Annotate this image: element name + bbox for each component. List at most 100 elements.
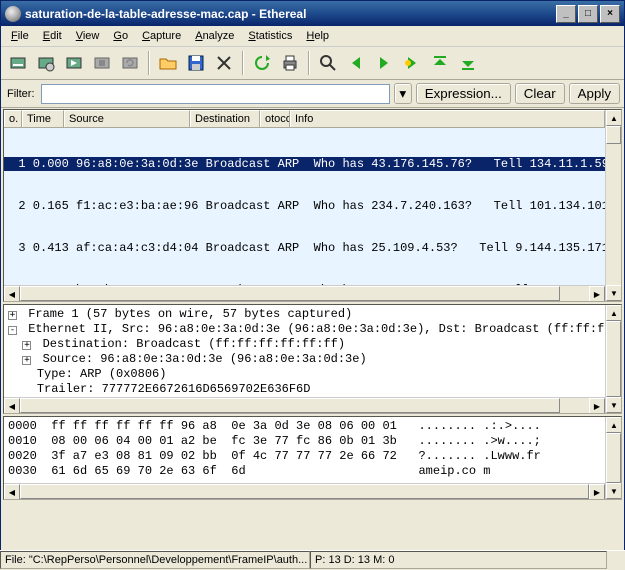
scroll-thumb[interactable] <box>20 286 560 301</box>
restart-capture-button[interactable] <box>117 50 143 76</box>
scroll-left-icon[interactable]: ◀ <box>4 484 20 500</box>
scroll-thumb[interactable] <box>606 321 621 397</box>
go-first-button[interactable] <box>427 50 453 76</box>
col-protocol[interactable]: otoco <box>260 110 290 127</box>
toolbar <box>1 47 624 80</box>
col-info[interactable]: Info <box>290 110 605 127</box>
scroll-thumb[interactable] <box>20 398 560 413</box>
interfaces-button[interactable] <box>5 50 31 76</box>
scroll-thumb[interactable] <box>606 433 621 483</box>
window-title: saturation-de-la-table-adresse-mac.cap -… <box>25 7 556 21</box>
packet-list-pane: o. Time Source Destination otoco Info 1 … <box>3 109 622 302</box>
scroll-down-icon[interactable]: ▼ <box>606 397 622 413</box>
menu-view[interactable]: View <box>70 28 106 44</box>
go-forward-button[interactable] <box>371 50 397 76</box>
collapse-icon[interactable]: - <box>8 326 17 335</box>
scroll-up-icon[interactable]: ▲ <box>606 110 622 126</box>
scroll-right-icon[interactable]: ▶ <box>589 398 605 414</box>
open-button[interactable] <box>155 50 181 76</box>
hscrollbar[interactable]: ◀ ▶ <box>4 397 605 413</box>
titlebar: saturation-de-la-table-adresse-mac.cap -… <box>1 1 624 26</box>
tree-type[interactable]: Type: ARP (0x0806) <box>37 367 167 381</box>
hex-row[interactable]: 0020 3f a7 e3 08 81 09 02 bb 0f 4c 77 77… <box>8 449 601 464</box>
filter-history-button[interactable]: ▾ <box>394 83 412 104</box>
maximize-button[interactable]: □ <box>578 5 598 23</box>
menu-capture[interactable]: Capture <box>136 28 187 44</box>
minimize-button[interactable]: _ <box>556 5 576 23</box>
packet-row[interactable]: 2 0.165 f1:ac:e3:ba:ae:96 Broadcast ARP … <box>4 199 605 213</box>
status-packets: P: 13 D: 13 M: 0 <box>310 551 607 569</box>
status-file: File: "C:\RepPerso\Personnel\Developpeme… <box>0 551 310 569</box>
packet-row[interactable]: 3 0.413 af:ca:a4:c3:d4:04 Broadcast ARP … <box>4 241 605 255</box>
toolbar-sep <box>148 51 150 75</box>
go-last-button[interactable] <box>455 50 481 76</box>
scroll-left-icon[interactable]: ◀ <box>4 286 20 302</box>
packet-row[interactable]: 1 0.000 96:a8:0e:3a:0d:3e Broadcast ARP … <box>4 157 605 171</box>
tree-source[interactable]: Source: 96:a8:0e:3a:0d:3e (96:a8:0e:3a:0… <box>35 352 366 366</box>
expand-icon[interactable]: + <box>8 311 17 320</box>
packet-list[interactable]: 1 0.000 96:a8:0e:3a:0d:3e Broadcast ARP … <box>4 128 605 285</box>
go-back-button[interactable] <box>343 50 369 76</box>
menu-statistics[interactable]: Statistics <box>242 28 298 44</box>
scroll-thumb[interactable] <box>606 126 621 144</box>
packet-bytes-pane: 0000 ff ff ff ff ff ff 96 a8 0e 3a 0d 3e… <box>3 416 622 500</box>
col-source[interactable]: Source <box>64 110 190 127</box>
tree-dest[interactable]: Destination: Broadcast (ff:ff:ff:ff:ff:f… <box>35 337 345 351</box>
scroll-thumb[interactable] <box>20 484 589 499</box>
find-button[interactable] <box>315 50 341 76</box>
menu-help[interactable]: Help <box>300 28 335 44</box>
hscrollbar[interactable]: ◀ ▶ <box>4 483 605 499</box>
menu-go[interactable]: Go <box>107 28 134 44</box>
menu-edit[interactable]: Edit <box>37 28 68 44</box>
packet-details-pane: + Frame 1 (57 bytes on wire, 57 bytes ca… <box>3 304 622 414</box>
filter-input[interactable] <box>41 84 390 104</box>
scroll-left-icon[interactable]: ◀ <box>4 398 20 414</box>
print-button[interactable] <box>277 50 303 76</box>
vscrollbar[interactable]: ▲ ▼ <box>605 305 621 413</box>
expand-icon[interactable]: + <box>22 341 31 350</box>
scroll-down-icon[interactable]: ▼ <box>606 483 622 499</box>
start-capture-button[interactable] <box>61 50 87 76</box>
statusbar: File: "C:\RepPerso\Personnel\Developpeme… <box>0 550 625 570</box>
app-icon <box>5 6 21 22</box>
capture-options-button[interactable] <box>33 50 59 76</box>
scroll-up-icon[interactable]: ▲ <box>606 417 622 433</box>
hex-row[interactable]: 0010 08 00 06 04 00 01 a2 be fc 3e 77 fc… <box>8 434 601 449</box>
filter-label: Filter: <box>5 88 37 100</box>
tree-trailer[interactable]: Trailer: 777772E6672616D6569702E636F6D <box>37 382 311 396</box>
scroll-right-icon[interactable]: ▶ <box>589 484 605 500</box>
expand-icon[interactable]: + <box>22 356 31 365</box>
clear-button[interactable]: Clear <box>515 83 565 104</box>
vscrollbar[interactable]: ▲ ▼ <box>605 417 621 499</box>
hscrollbar[interactable]: ◀ ▶ <box>4 285 605 301</box>
hex-row[interactable]: 0000 ff ff ff ff ff ff 96 a8 0e 3a 0d 3e… <box>8 419 601 434</box>
goto-button[interactable] <box>399 50 425 76</box>
menu-analyze[interactable]: Analyze <box>189 28 240 44</box>
stop-capture-button[interactable] <box>89 50 115 76</box>
packet-list-header: o. Time Source Destination otoco Info <box>4 110 605 128</box>
col-time[interactable]: Time <box>22 110 64 127</box>
toolbar-sep <box>308 51 310 75</box>
vscrollbar[interactable]: ▲ ▼ <box>605 110 621 301</box>
col-no[interactable]: o. <box>4 110 22 127</box>
filter-bar: Filter: ▾ Expression... Clear Apply <box>1 80 624 108</box>
menubar: FFileile Edit View Go Capture Analyze St… <box>1 26 624 47</box>
tree-frame[interactable]: Frame 1 (57 bytes on wire, 57 bytes capt… <box>21 307 352 321</box>
toolbar-sep <box>242 51 244 75</box>
scroll-up-icon[interactable]: ▲ <box>606 305 622 321</box>
apply-button[interactable]: Apply <box>569 83 620 104</box>
hex-row[interactable]: 0030 61 6d 65 69 70 2e 63 6f 6d ameip.co… <box>8 464 601 479</box>
col-destination[interactable]: Destination <box>190 110 260 127</box>
resize-grip[interactable] <box>607 551 625 570</box>
expression-button[interactable]: Expression... <box>416 83 511 104</box>
scroll-right-icon[interactable]: ▶ <box>589 286 605 302</box>
close-button[interactable]: × <box>600 5 620 23</box>
save-button[interactable] <box>183 50 209 76</box>
menu-file[interactable]: FFileile <box>5 28 35 44</box>
scroll-down-icon[interactable]: ▼ <box>606 285 622 301</box>
tree-ethernet[interactable]: Ethernet II, Src: 96:a8:0e:3a:0d:3e (96:… <box>21 322 605 336</box>
hex-dump[interactable]: 0000 ff ff ff ff ff ff 96 a8 0e 3a 0d 3e… <box>4 417 605 483</box>
packet-details[interactable]: + Frame 1 (57 bytes on wire, 57 bytes ca… <box>4 305 605 397</box>
reload-button[interactable] <box>249 50 275 76</box>
close-file-button[interactable] <box>211 50 237 76</box>
